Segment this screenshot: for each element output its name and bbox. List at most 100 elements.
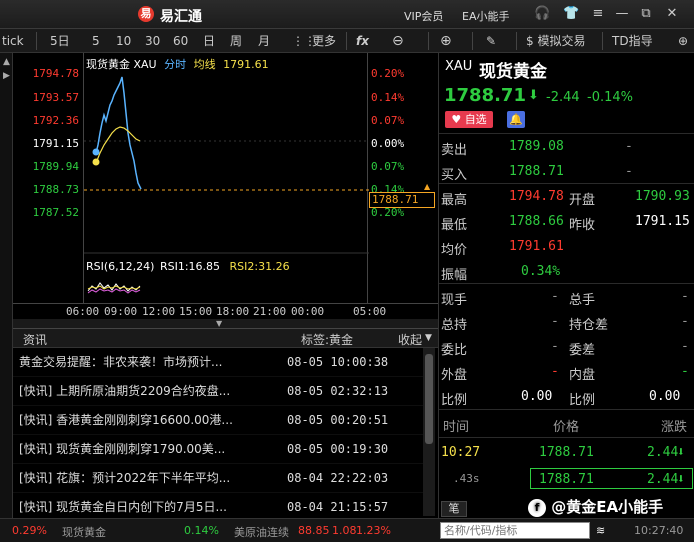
collapse-arrow-icon[interactable]: ▲ (3, 57, 10, 67)
zoom-out-icon[interactable]: ⊖ (392, 32, 404, 50)
headset-icon[interactable]: 🎧 (534, 6, 550, 22)
news-item[interactable]: 黄金交易提醒：非农来袭！市场预计... 08-05 10:00:38 (13, 348, 433, 377)
vip-button[interactable]: VIP会员 (404, 8, 443, 24)
news-title[interactable]: [快讯] 上期所原油期货2209合约夜盘... (19, 377, 257, 406)
news-title[interactable]: [快讯] 香港黄金刚刚刺穿16600.00港... (19, 406, 257, 435)
collapse-arrow-icon[interactable]: ▼ (425, 333, 432, 343)
ticker-name[interactable]: 美原油连续 (234, 524, 289, 540)
news-tab[interactable]: 资讯 (23, 331, 47, 348)
period-30min[interactable]: 30 (145, 32, 160, 50)
period-5day[interactable]: 5日 (50, 32, 70, 50)
watchlist-button[interactable]: ♥ 自选 (445, 111, 493, 128)
news-collapse-button[interactable]: 收起 (398, 331, 422, 348)
low-label: 最低 (441, 218, 468, 233)
time-tick: 15:00 (179, 305, 213, 318)
rsi3-line (87, 288, 141, 294)
tick-tab[interactable]: tick (2, 32, 24, 50)
tick-price: 1788.71 (539, 472, 594, 487)
bell-icon[interactable]: 🔔 (507, 111, 525, 128)
title-bar: 易 易汇通 VIP会员 EA小能手 🎧 👕 ≡ — ⧉ ✕ (0, 0, 694, 29)
minimize-icon[interactable]: — (614, 6, 630, 22)
period-month[interactable]: 月 (258, 32, 270, 50)
period-day[interactable]: 日 (203, 32, 215, 50)
news-tag[interactable]: 标签:黄金 (301, 331, 353, 348)
zoom-in-icon[interactable]: ⊕ (440, 32, 452, 50)
stat-label: 总持 (441, 318, 468, 333)
stat-value: 0.00 (649, 389, 681, 404)
sell-volume: - (625, 139, 633, 154)
news-title[interactable]: [快讯] 现货黄金刚刚刺穿1790.00美... (19, 435, 257, 464)
news-title[interactable]: 黄金交易提醒：非农来袭！市场预计... (19, 348, 257, 377)
stat-label: 委差 (569, 343, 596, 358)
more-button[interactable]: 更多 (312, 32, 336, 50)
time-tick: 09:00 (104, 305, 138, 318)
news-title[interactable]: [快讯] 花旗：预计2022年下半年平均... (19, 464, 257, 493)
heart-icon: ♥ (451, 113, 462, 126)
expand-arrow-icon[interactable]: ▶ (3, 71, 10, 81)
splitter-arrow-icon[interactable]: ▼ (216, 319, 222, 328)
price-start-dot (92, 148, 100, 156)
brand-icon: f (528, 498, 546, 517)
pen-icon[interactable]: ✎ (486, 32, 496, 50)
menu-icon[interactable]: ≡ (590, 6, 606, 22)
shirt-icon[interactable]: 👕 (563, 6, 579, 22)
down-arrow-icon: ⬇ (528, 88, 539, 103)
search-input[interactable] (441, 523, 589, 538)
formula-button[interactable]: fx (356, 32, 369, 50)
news-title[interactable]: [快讯] 现货黄金自日内创下的7月5日... (19, 493, 257, 516)
price-tick: 1793.57 (32, 91, 79, 104)
rsi-legend: RSI(6,12,24) RSI1:16.85 RSI2:31.26 (86, 260, 290, 273)
news-item[interactable]: [快讯] 现货黄金自日内创下的7月5日... 08-04 21:15:57 (13, 493, 433, 516)
ticker-name[interactable]: 现货黄金 (62, 524, 106, 540)
search-field[interactable] (440, 522, 590, 539)
stat-label: 比例 (569, 393, 596, 408)
price-tick: 1792.36 (32, 114, 79, 127)
news-header: 资讯 标签:黄金 收起 ▼ (13, 328, 438, 348)
stat-value: - (681, 364, 689, 379)
tick-price: 1788.71 (539, 445, 594, 460)
open-value: 1790.93 (635, 189, 690, 204)
news-item[interactable]: [快讯] 香港黄金刚刚刺穿16600.00港... 08-05 00:20:51 (13, 406, 433, 435)
period-10min[interactable]: 10 (116, 32, 131, 50)
rsi-label: RSI(6,12,24) (86, 260, 155, 273)
price-tick: 1791.15 (32, 137, 79, 150)
panel-splitter[interactable]: ▼ (13, 319, 438, 328)
period-week[interactable]: 周 (230, 32, 242, 50)
news-item[interactable]: [快讯] 现货黄金刚刚刺穿1790.00美... 08-05 00:19:30 (13, 435, 433, 464)
stat-value: - (551, 339, 559, 354)
quote-name: 现货黄金 (479, 62, 547, 82)
percent-axis: 0.20% 0.14% 0.07% 0.00% 0.07% 0.14% 0.20… (368, 53, 438, 303)
pen-mode-icon[interactable]: 笔 (441, 501, 467, 517)
restore-icon[interactable]: ⧉ (638, 6, 654, 22)
quote-price: 1788.71 (444, 85, 526, 106)
news-item[interactable]: [快讯] 上期所原油期货2209合约夜盘... 08-05 02:32:13 (13, 377, 433, 406)
td-guide-button[interactable]: TD指导 (612, 32, 653, 50)
ticker-pct: 0.29% (12, 524, 47, 537)
news-scrollbar[interactable] (423, 348, 435, 516)
down-arrow-icon: ⬇ (677, 472, 685, 487)
period-5min[interactable]: 5 (92, 32, 100, 50)
stat-label: 持仓差 (569, 318, 609, 333)
news-time: 08-04 22:22:03 (287, 471, 389, 485)
close-icon[interactable]: ✕ (664, 6, 680, 22)
time-tick: 21:00 (253, 305, 287, 318)
tick-time: .43s (453, 472, 480, 485)
price-tick: 1794.78 (32, 67, 79, 80)
add-icon[interactable]: ⊕ (678, 32, 688, 50)
ea-user-button[interactable]: EA小能手 (462, 8, 509, 24)
pct-tick: 0.00% (371, 137, 405, 150)
mock-trade-button[interactable]: $ 模拟交易 (526, 32, 585, 50)
buy-price: 1788.71 (509, 164, 564, 179)
status-bar: 0.29% 现货黄金 0.14% 美原油连续 88.85 1.08 1.23% … (0, 518, 694, 542)
scrollbar-thumb[interactable] (425, 354, 433, 444)
period-60min[interactable]: 60 (173, 32, 188, 50)
intraday-chart[interactable]: 现货黄金 XAU 分时 均线 1791.61 RSI(6,12,24) RSI1… (83, 53, 369, 303)
ticker-pct: 1.23% (356, 524, 391, 537)
down-arrow-icon: ⬇ (677, 445, 685, 460)
time-tick: 12:00 (142, 305, 176, 318)
left-side-strip: ▲ ▶ (0, 53, 13, 518)
open-label: 开盘 (569, 193, 596, 208)
news-list: 黄金交易提醒：非农来袭！市场预计... 08-05 10:00:38 [快讯] … (13, 348, 433, 516)
ticker-pct: 0.14% (184, 524, 219, 537)
news-item[interactable]: [快讯] 花旗：预计2022年下半年平均... 08-04 22:22:03 (13, 464, 433, 493)
